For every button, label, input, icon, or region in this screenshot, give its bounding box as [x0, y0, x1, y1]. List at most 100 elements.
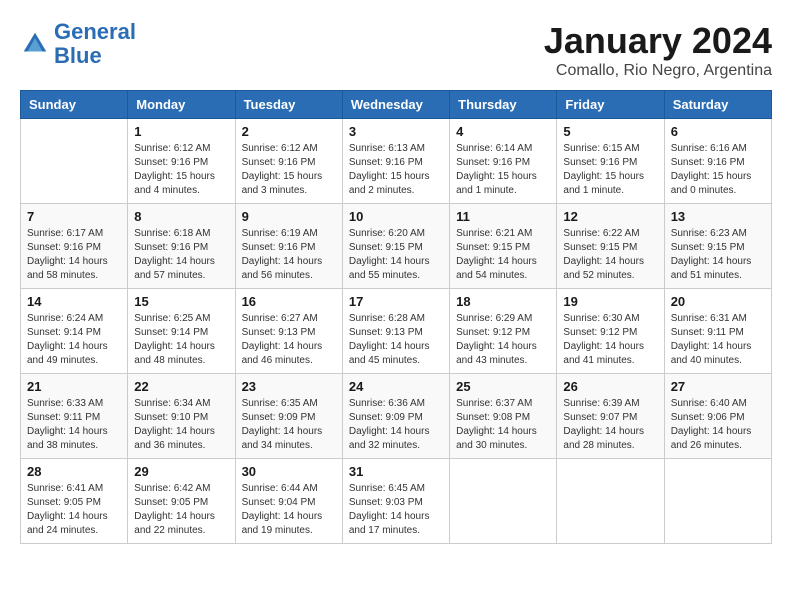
- day-info: Sunrise: 6:39 AM Sunset: 9:07 PM Dayligh…: [563, 397, 657, 453]
- calendar-cell: 19 Sunrise: 6:30 AM Sunset: 9:12 PM Dayli…: [557, 289, 664, 374]
- day-number: 27: [671, 379, 765, 394]
- calendar-cell: 6 Sunrise: 6:16 AM Sunset: 9:16 PM Daylig…: [664, 119, 771, 204]
- day-number: 10: [349, 209, 443, 224]
- calendar-table: SundayMondayTuesdayWednesdayThursdayFrid…: [20, 90, 772, 544]
- day-info: Sunrise: 6:13 AM Sunset: 9:16 PM Dayligh…: [349, 142, 443, 198]
- day-number: 17: [349, 294, 443, 309]
- calendar-cell: 9Sunrise: 6:19 AM Sunset: 9:16 PM Daylig…: [235, 204, 342, 289]
- day-number: 9: [242, 209, 336, 224]
- calendar-week-row: 28 Sunrise: 6:41 AM Sunset: 9:05 PM Dayli…: [21, 459, 772, 544]
- calendar-cell: 1 Sunrise: 6:12 AM Sunset: 9:16 PM Daylig…: [128, 119, 235, 204]
- day-number: 22: [134, 379, 228, 394]
- day-number: 26: [563, 379, 657, 394]
- calendar-cell: 15Sunrise: 6:25 AM Sunset: 9:14 PM Dayli…: [128, 289, 235, 374]
- day-info: Sunrise: 6:41 AM Sunset: 9:05 PM Dayligh…: [27, 482, 121, 538]
- calendar-cell: 11Sunrise: 6:21 AM Sunset: 9:15 PM Dayli…: [450, 204, 557, 289]
- day-info: Sunrise: 6:45 AM Sunset: 9:03 PM Dayligh…: [349, 482, 443, 538]
- calendar-cell: 14 Sunrise: 6:24 AM Sunset: 9:14 PM Dayli…: [21, 289, 128, 374]
- day-number: 20: [671, 294, 765, 309]
- calendar-cell: 24 Sunrise: 6:36 AM Sunset: 9:09 PM Dayli…: [342, 374, 449, 459]
- title-block: January 2024 Comallo, Rio Negro, Argenti…: [544, 20, 772, 80]
- logo-line2: Blue: [54, 43, 102, 68]
- calendar-cell: 16 Sunrise: 6:27 AM Sunset: 9:13 PM Dayli…: [235, 289, 342, 374]
- day-info: Sunrise: 6:27 AM Sunset: 9:13 PM Dayligh…: [242, 312, 336, 368]
- day-number: 16: [242, 294, 336, 309]
- day-info: Sunrise: 6:28 AM Sunset: 9:13 PM Dayligh…: [349, 312, 443, 368]
- day-number: 21: [27, 379, 121, 394]
- weekday-header-friday: Friday: [557, 91, 664, 119]
- day-info: Sunrise: 6:33 AM Sunset: 9:11 PM Dayligh…: [27, 397, 121, 453]
- day-info: Sunrise: 6:18 AM Sunset: 9:16 PM Dayligh…: [134, 227, 228, 283]
- calendar-cell: [450, 459, 557, 544]
- day-info: Sunrise: 6:34 AM Sunset: 9:10 PM Dayligh…: [134, 397, 228, 453]
- day-number: 1: [134, 124, 228, 139]
- day-info: Sunrise: 6:36 AM Sunset: 9:09 PM Dayligh…: [349, 397, 443, 453]
- day-number: 18: [456, 294, 550, 309]
- day-info: Sunrise: 6:21 AM Sunset: 9:15 PM Dayligh…: [456, 227, 550, 283]
- calendar-cell: 21 Sunrise: 6:33 AM Sunset: 9:11 PM Dayli…: [21, 374, 128, 459]
- day-number: 8: [134, 209, 228, 224]
- calendar-cell: 18Sunrise: 6:29 AM Sunset: 9:12 PM Dayli…: [450, 289, 557, 374]
- calendar-cell: 30 Sunrise: 6:44 AM Sunset: 9:04 PM Dayli…: [235, 459, 342, 544]
- weekday-header-sunday: Sunday: [21, 91, 128, 119]
- day-info: Sunrise: 6:30 AM Sunset: 9:12 PM Dayligh…: [563, 312, 657, 368]
- day-number: 24: [349, 379, 443, 394]
- day-info: Sunrise: 6:12 AM Sunset: 9:16 PM Dayligh…: [242, 142, 336, 198]
- calendar-cell: 7 Sunrise: 6:17 AM Sunset: 9:16 PM Daylig…: [21, 204, 128, 289]
- logo-icon: [20, 29, 50, 59]
- weekday-header-monday: Monday: [128, 91, 235, 119]
- day-number: 25: [456, 379, 550, 394]
- logo: General Blue: [20, 20, 136, 68]
- calendar-week-row: 14 Sunrise: 6:24 AM Sunset: 9:14 PM Dayli…: [21, 289, 772, 374]
- day-number: 14: [27, 294, 121, 309]
- calendar-cell: 10Sunrise: 6:20 AM Sunset: 9:15 PM Dayli…: [342, 204, 449, 289]
- calendar-cell: [664, 459, 771, 544]
- weekday-header-wednesday: Wednesday: [342, 91, 449, 119]
- day-info: Sunrise: 6:24 AM Sunset: 9:14 PM Dayligh…: [27, 312, 121, 368]
- day-info: Sunrise: 6:44 AM Sunset: 9:04 PM Dayligh…: [242, 482, 336, 538]
- day-info: Sunrise: 6:12 AM Sunset: 9:16 PM Dayligh…: [134, 142, 228, 198]
- calendar-cell: 22 Sunrise: 6:34 AM Sunset: 9:10 PM Dayli…: [128, 374, 235, 459]
- logo-text: General Blue: [54, 20, 136, 68]
- day-info: Sunrise: 6:22 AM Sunset: 9:15 PM Dayligh…: [563, 227, 657, 283]
- day-info: Sunrise: 6:40 AM Sunset: 9:06 PM Dayligh…: [671, 397, 765, 453]
- calendar-cell: 27 Sunrise: 6:40 AM Sunset: 9:06 PM Dayli…: [664, 374, 771, 459]
- calendar-cell: [21, 119, 128, 204]
- calendar-cell: 5Sunrise: 6:15 AM Sunset: 9:16 PM Daylig…: [557, 119, 664, 204]
- day-number: 19: [563, 294, 657, 309]
- day-info: Sunrise: 6:17 AM Sunset: 9:16 PM Dayligh…: [27, 227, 121, 283]
- day-info: Sunrise: 6:37 AM Sunset: 9:08 PM Dayligh…: [456, 397, 550, 453]
- weekday-header-tuesday: Tuesday: [235, 91, 342, 119]
- day-info: Sunrise: 6:16 AM Sunset: 9:16 PM Dayligh…: [671, 142, 765, 198]
- location-subtitle: Comallo, Rio Negro, Argentina: [544, 62, 772, 80]
- day-number: 15: [134, 294, 228, 309]
- calendar-cell: 4 Sunrise: 6:14 AM Sunset: 9:16 PM Daylig…: [450, 119, 557, 204]
- calendar-cell: 25 Sunrise: 6:37 AM Sunset: 9:08 PM Dayli…: [450, 374, 557, 459]
- calendar-cell: 20Sunrise: 6:31 AM Sunset: 9:11 PM Dayli…: [664, 289, 771, 374]
- calendar-cell: 13 Sunrise: 6:23 AM Sunset: 9:15 PM Dayli…: [664, 204, 771, 289]
- day-number: 31: [349, 464, 443, 479]
- page-header: General Blue January 2024 Comallo, Rio N…: [20, 20, 772, 80]
- calendar-week-row: 7 Sunrise: 6:17 AM Sunset: 9:16 PM Daylig…: [21, 204, 772, 289]
- day-number: 6: [671, 124, 765, 139]
- day-info: Sunrise: 6:35 AM Sunset: 9:09 PM Dayligh…: [242, 397, 336, 453]
- day-number: 23: [242, 379, 336, 394]
- day-number: 3: [349, 124, 443, 139]
- calendar-cell: [557, 459, 664, 544]
- calendar-cell: 3 Sunrise: 6:13 AM Sunset: 9:16 PM Daylig…: [342, 119, 449, 204]
- day-info: Sunrise: 6:14 AM Sunset: 9:16 PM Dayligh…: [456, 142, 550, 198]
- calendar-cell: 12 Sunrise: 6:22 AM Sunset: 9:15 PM Dayli…: [557, 204, 664, 289]
- day-number: 7: [27, 209, 121, 224]
- calendar-cell: 2Sunrise: 6:12 AM Sunset: 9:16 PM Daylig…: [235, 119, 342, 204]
- day-number: 30: [242, 464, 336, 479]
- day-number: 13: [671, 209, 765, 224]
- weekday-header-saturday: Saturday: [664, 91, 771, 119]
- day-info: Sunrise: 6:23 AM Sunset: 9:15 PM Dayligh…: [671, 227, 765, 283]
- day-number: 12: [563, 209, 657, 224]
- calendar-cell: 23 Sunrise: 6:35 AM Sunset: 9:09 PM Dayli…: [235, 374, 342, 459]
- day-info: Sunrise: 6:15 AM Sunset: 9:16 PM Dayligh…: [563, 142, 657, 198]
- day-number: 4: [456, 124, 550, 139]
- weekday-header-row: SundayMondayTuesdayWednesdayThursdayFrid…: [21, 91, 772, 119]
- day-number: 28: [27, 464, 121, 479]
- logo-line1: General: [54, 19, 136, 44]
